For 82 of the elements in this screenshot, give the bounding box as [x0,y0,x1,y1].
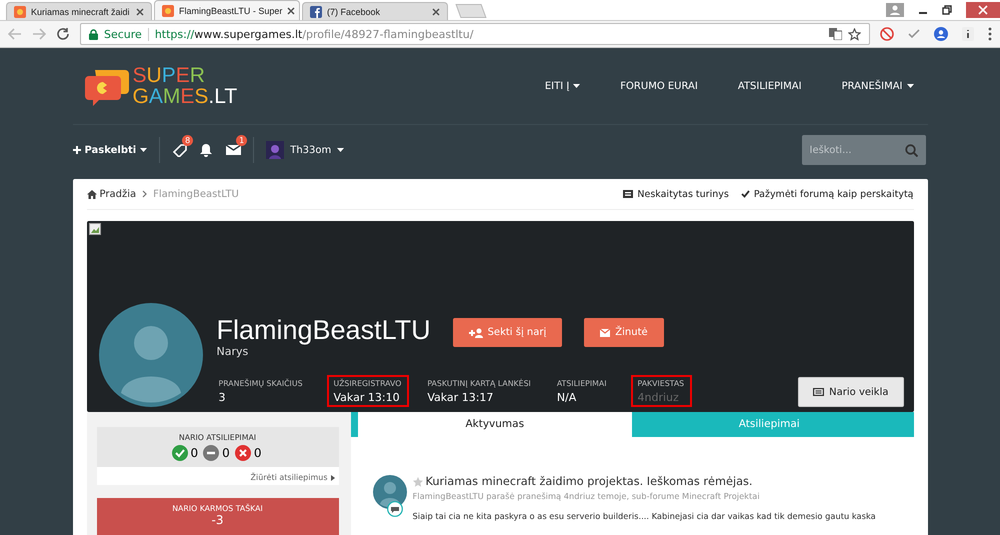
nav-link[interactable]: EITI Į [544,80,580,92]
stat-value: 4ndriuz [638,391,680,404]
profile-name: FlamingBeastLTU [216,315,431,345]
add-user-icon [468,328,483,338]
count-value: 0 [190,446,198,460]
site-icon [162,4,174,16]
create-menu[interactable]: Paskelbti [72,144,148,156]
count-badge: 1 [236,135,248,146]
reload-icon[interactable] [56,27,70,41]
stat-value: N/A [556,391,578,404]
user-icon[interactable] [886,3,904,17]
count-value: 0 [222,446,230,460]
close-icon[interactable] [966,2,1000,18]
site-icon [14,6,26,18]
action-link[interactable]: Neskaitytas turinys [623,188,729,200]
stat-value: Vakar 13:17 [427,391,494,404]
tab-title: (7) Facebook [327,6,382,16]
browser-tab[interactable]: Kuriamas minecraft žaidi [6,2,152,20]
cross-icon [234,445,251,461]
post-meta: FlamingBeastLTU parašė pranešimą 4ndriuz temoje, sub-forume Minecraft Projektai [412,491,761,501]
star-icon [412,476,422,486]
post-excerpt: Siaip tai cia ne kita paskyra o as esu serverio builderis.... Kabinejasi cia dar vaikas kad tik demesio gautu kaska [412,511,876,521]
browser-tab[interactable]: (7) Facebook [302,2,448,20]
close-icon[interactable] [432,8,440,16]
lock-icon [89,28,98,40]
caret-icon [330,474,334,480]
count-value: 0 [254,446,262,460]
secure-label: Secure [104,28,149,40]
logo-text[interactable]: GAMES.LT [132,86,238,107]
card-icon [813,388,824,396]
newspaper-icon [623,190,634,198]
nav-link[interactable]: ATSILIEPIMAI [738,80,802,92]
check-icon[interactable] [908,29,920,39]
search-field[interactable]: Ieškoti... [810,144,904,156]
mail-icon[interactable] [226,143,242,157]
bell-icon[interactable] [199,143,214,157]
tab-title: FlamingBeastLTU - Super [179,6,282,16]
action-link[interactable]: Pažymėti forumą kaip perskaitytą [740,188,914,200]
url-text: https://www.supergames.lt/profile/48927-flamingbeastltu/ [154,28,474,40]
menu-icon[interactable] [988,27,992,41]
tab-title: Kuriamas minecraft žaidi [31,6,131,16]
translate-icon[interactable] [829,28,842,40]
caret-icon [906,84,914,88]
breadcrumb-link[interactable]: Pradžia [86,188,136,200]
stat-value: Vakar 13:10 [334,391,401,404]
close-icon[interactable] [287,6,296,14]
info-icon[interactable] [962,27,974,41]
user-menu[interactable]: Th33om [266,141,344,159]
caret-icon [337,148,344,152]
close-icon[interactable] [136,8,144,16]
chevron-icon [142,190,148,198]
content-tab[interactable]: Aktyvumas [358,412,632,437]
profile-icon[interactable] [934,27,948,41]
mail-icon [600,328,610,336]
search-icon [904,144,918,156]
facebook-icon [310,6,322,18]
post-title[interactable]: Kuriamas minecraft žaidimo projektas. Ieškomas rėmėjas. [426,475,752,488]
logo-text[interactable]: SUPER [132,65,238,86]
broken-image-icon [88,223,100,235]
nav-link[interactable]: FORUMO EURAI [620,80,698,92]
caret-icon [140,148,148,152]
address-bar[interactable]: Secure https://www.supergames.lt/profile/48927-flamingbeastltu/ [80,23,870,45]
minus-icon [203,445,220,461]
activity-button[interactable]: Nario veikla [798,377,904,407]
member-group: Narys [216,345,431,358]
check-icon [740,190,750,198]
restore-icon[interactable] [942,5,952,15]
star-icon[interactable] [848,28,861,40]
nav-link[interactable]: PRANEŠIMAI [842,80,914,92]
search-box[interactable]: Ieškoti... [802,135,926,165]
blocked-icon[interactable] [880,27,894,41]
check-icon [172,445,188,461]
count-badge: 8 [182,135,194,146]
browser-tab[interactable]: FlamingBeastLTU - Super [154,0,300,20]
feedback-link[interactable]: Žiūrėti atsiliepimus [96,467,338,485]
karma-value: -3 [212,513,224,527]
plus-icon [72,146,80,154]
stat-value: 3 [218,391,226,404]
home-icon [86,190,96,198]
caret-icon [573,84,580,88]
tag-icon[interactable] [172,143,188,157]
avatar [266,141,284,159]
